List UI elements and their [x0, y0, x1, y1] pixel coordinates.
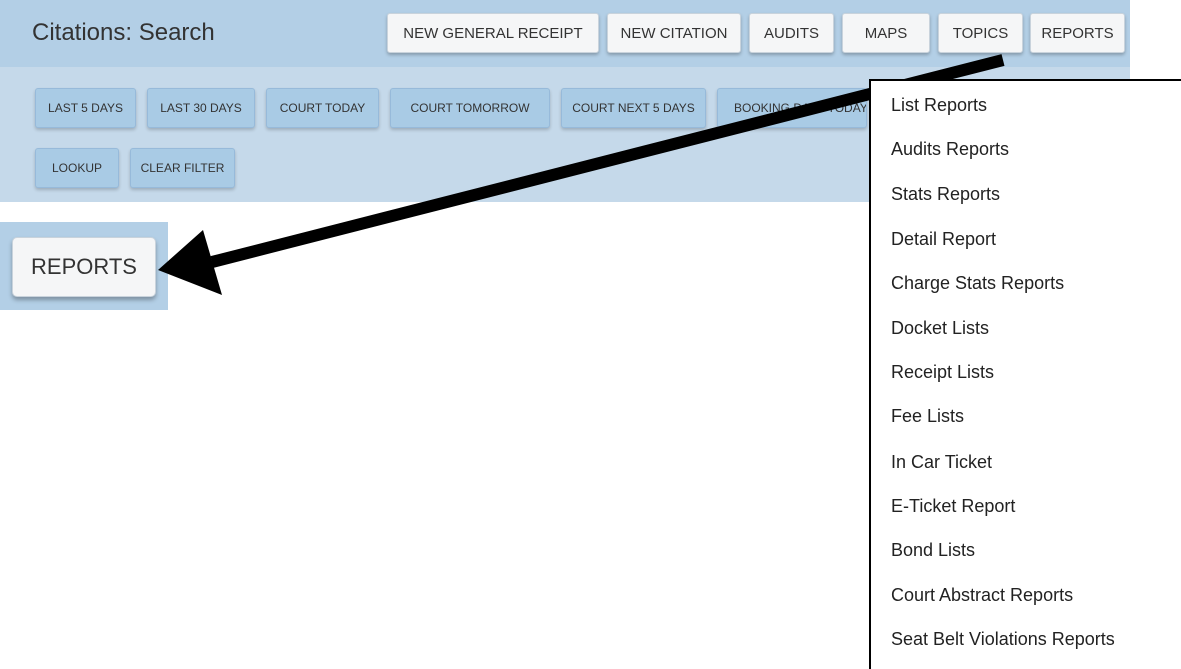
reports-button-zoomed[interactable]: REPORTS [12, 237, 156, 297]
menu-item-receipt-lists[interactable]: Receipt Lists [891, 362, 994, 383]
menu-item-docket-lists[interactable]: Docket Lists [891, 318, 989, 339]
menu-item-stats-reports[interactable]: Stats Reports [891, 184, 1000, 205]
court-next-5-days-button[interactable]: COURT NEXT 5 DAYS [561, 88, 706, 128]
zoom-callout: REPORTS [0, 222, 168, 310]
menu-item-seat-belt-violations-reports[interactable]: Seat Belt Violations Reports [891, 629, 1115, 650]
menu-item-fee-lists[interactable]: Fee Lists [891, 406, 964, 427]
menu-item-audits-reports[interactable]: Audits Reports [891, 139, 1009, 160]
reports-dropdown-menu: List Reports Audits Reports Stats Report… [869, 79, 1181, 669]
menu-item-bond-lists[interactable]: Bond Lists [891, 540, 975, 561]
app-header: Citations: Search NEW GENERAL RECEIPT NE… [0, 0, 1130, 67]
court-tomorrow-button[interactable]: COURT TOMORROW [390, 88, 550, 128]
maps-button[interactable]: MAPS [842, 13, 930, 53]
lookup-button[interactable]: LOOKUP [35, 148, 119, 188]
reports-button[interactable]: REPORTS [1030, 13, 1125, 53]
new-citation-button[interactable]: NEW CITATION [607, 13, 741, 53]
menu-item-charge-stats-reports[interactable]: Charge Stats Reports [891, 273, 1064, 294]
booking-date-today-button[interactable]: BOOKING DATE TODAY [717, 88, 867, 128]
audits-button[interactable]: AUDITS [749, 13, 834, 53]
menu-item-in-car-ticket[interactable]: In Car Ticket [891, 452, 992, 473]
menu-item-detail-report[interactable]: Detail Report [891, 229, 996, 250]
last-5-days-button[interactable]: LAST 5 DAYS [35, 88, 136, 128]
page-title: Citations: Search [32, 19, 215, 46]
new-general-receipt-button[interactable]: NEW GENERAL RECEIPT [387, 13, 599, 53]
court-today-button[interactable]: COURT TODAY [266, 88, 379, 128]
topics-button[interactable]: TOPICS [938, 13, 1023, 53]
menu-item-list-reports[interactable]: List Reports [891, 95, 987, 116]
last-30-days-button[interactable]: LAST 30 DAYS [147, 88, 255, 128]
menu-item-court-abstract-reports[interactable]: Court Abstract Reports [891, 585, 1073, 606]
clear-filter-button[interactable]: CLEAR FILTER [130, 148, 235, 188]
menu-item-e-ticket-report[interactable]: E-Ticket Report [891, 496, 1015, 517]
